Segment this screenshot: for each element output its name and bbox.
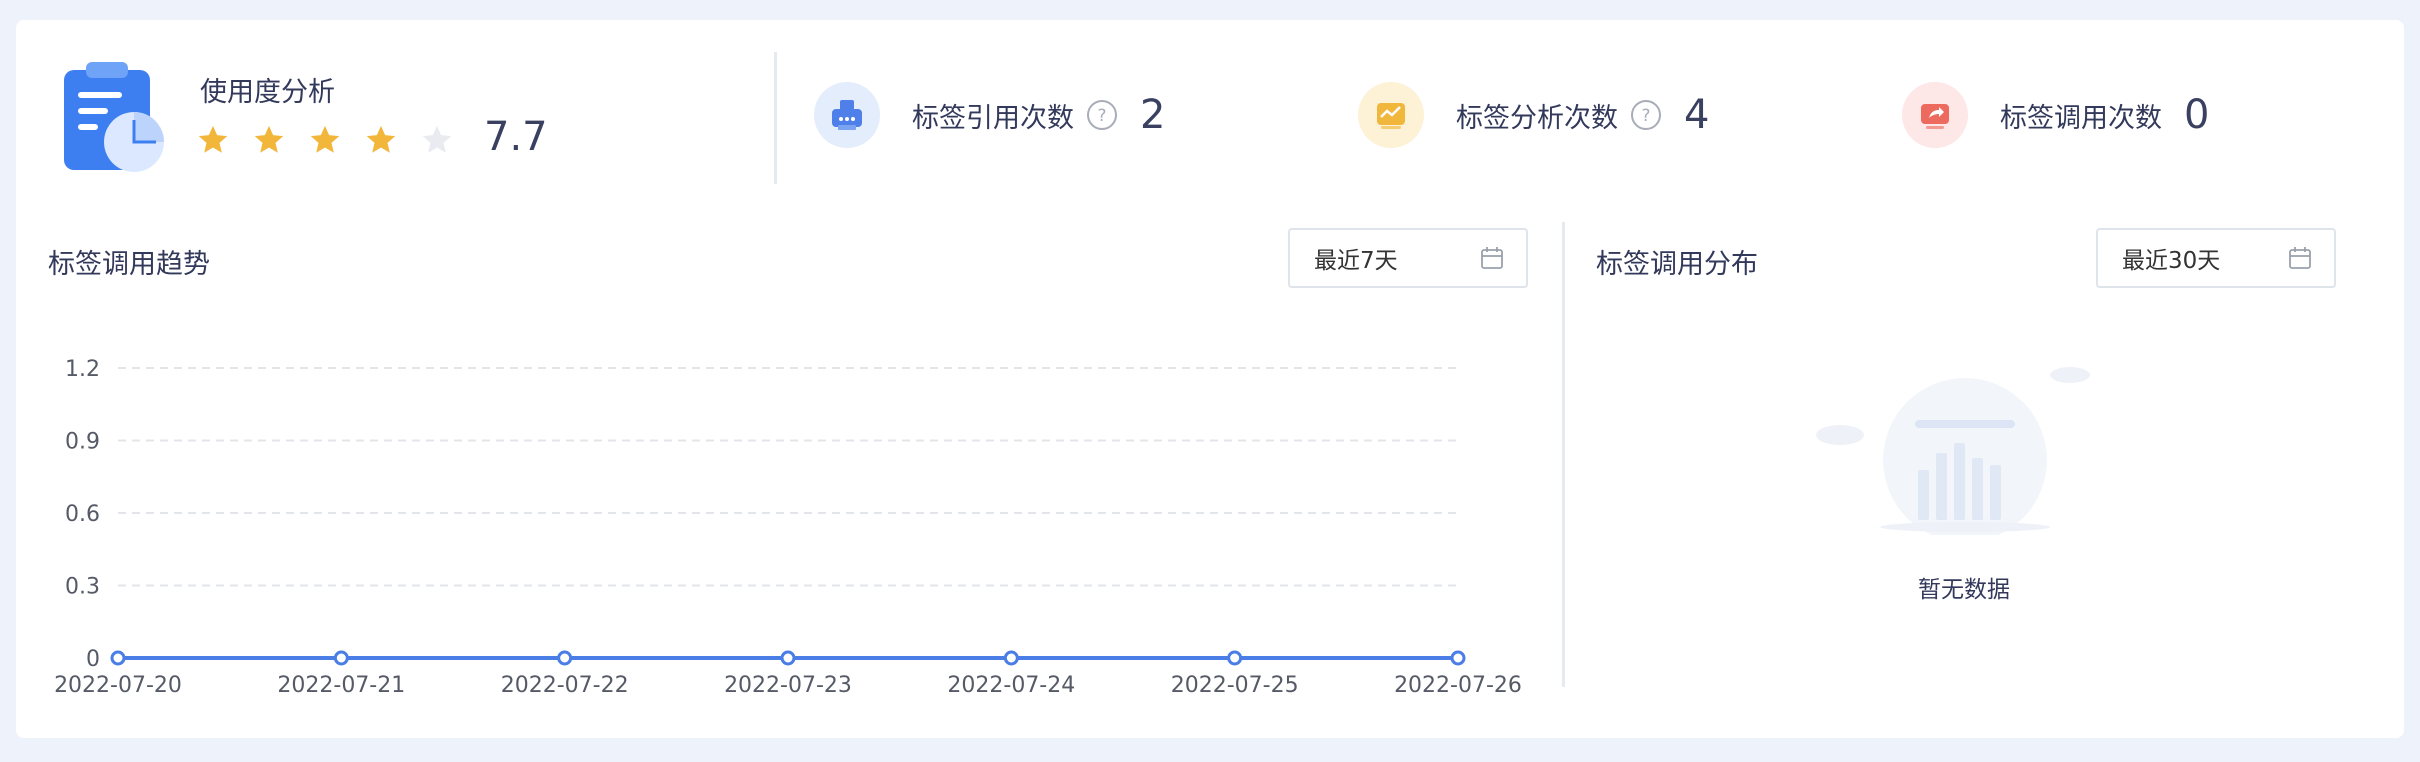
trend-title: 标签调用趋势 [48, 249, 210, 280]
star-filled-icon[interactable] [196, 123, 230, 157]
stat-label: 标签调用次数 [2000, 102, 2162, 134]
y-tick-label: 0.9 [65, 430, 100, 455]
x-tick-label: 2022-07-25 [1171, 673, 1299, 698]
trend-date-picker[interactable]: 最近7天 [1288, 228, 1528, 288]
x-tick-label: 2022-07-24 [947, 673, 1075, 698]
stat-value: 4 [1684, 92, 1710, 138]
star-filled-icon[interactable] [252, 123, 286, 157]
date-range-label: 最近7天 [1314, 248, 1398, 274]
data-point [333, 650, 349, 666]
data-point [110, 650, 126, 666]
empty-chart-illustration [1816, 367, 2090, 535]
empty-state-text: 暂无数据 [1918, 577, 2010, 603]
panel-divider [1562, 222, 1565, 687]
data-point [557, 650, 573, 666]
y-tick-label: 1.2 [65, 357, 100, 382]
printer-icon [814, 82, 880, 148]
x-tick-label: 2022-07-23 [724, 673, 852, 698]
data-point [1003, 650, 1019, 666]
star-filled-icon[interactable] [364, 123, 398, 157]
stat-value: 0 [2184, 92, 2210, 138]
x-tick-label: 2022-07-26 [1394, 673, 1522, 698]
stat-label: 标签引用次数 [912, 102, 1074, 134]
tray-icon [1358, 82, 1424, 148]
calendar-icon [1481, 247, 1503, 269]
y-tick-label: 0.6 [65, 502, 100, 527]
stat-reference-count: 标签引用次数 ? 2 [814, 80, 1165, 150]
y-tick-label: 0 [86, 647, 100, 672]
svg-text:?: ? [1097, 106, 1106, 126]
usage-title: 使用度分析 [200, 77, 335, 108]
stat-value: 2 [1140, 92, 1166, 138]
header-divider [774, 52, 777, 184]
trend-line-chart: 0 0.3 0.6 0.9 1.2 2022-07-20 2022-07-21 2022-07… [54, 357, 1522, 698]
distribution-title: 标签调用分布 [1596, 249, 1758, 280]
star-filled-icon[interactable] [308, 123, 342, 157]
x-tick-label: 2022-07-21 [277, 673, 405, 698]
help-icon[interactable]: ? [1086, 99, 1118, 131]
date-range-label: 最近30天 [2122, 248, 2221, 274]
data-point [1450, 650, 1466, 666]
data-point [780, 650, 796, 666]
x-tick-label: 2022-07-22 [501, 673, 629, 698]
clipboard-report-icon [64, 62, 164, 172]
calendar-icon [2289, 247, 2311, 269]
usage-score: 7.7 [484, 114, 548, 160]
stat-label: 标签分析次数 [1456, 102, 1618, 134]
help-icon[interactable]: ? [1630, 99, 1662, 131]
data-point [1227, 650, 1243, 666]
rating-stars [196, 123, 454, 157]
svg-text:?: ? [1641, 106, 1650, 126]
x-tick-label: 2022-07-20 [54, 673, 182, 698]
distribution-date-picker[interactable]: 最近30天 [2096, 228, 2336, 288]
stat-invocation-count: 标签调用次数 0 [1902, 80, 2209, 150]
share-screen-icon [1902, 82, 1968, 148]
star-empty-icon[interactable] [420, 123, 454, 157]
stat-analysis-count: 标签分析次数 ? 4 [1358, 80, 1709, 150]
y-tick-label: 0.3 [65, 575, 100, 600]
